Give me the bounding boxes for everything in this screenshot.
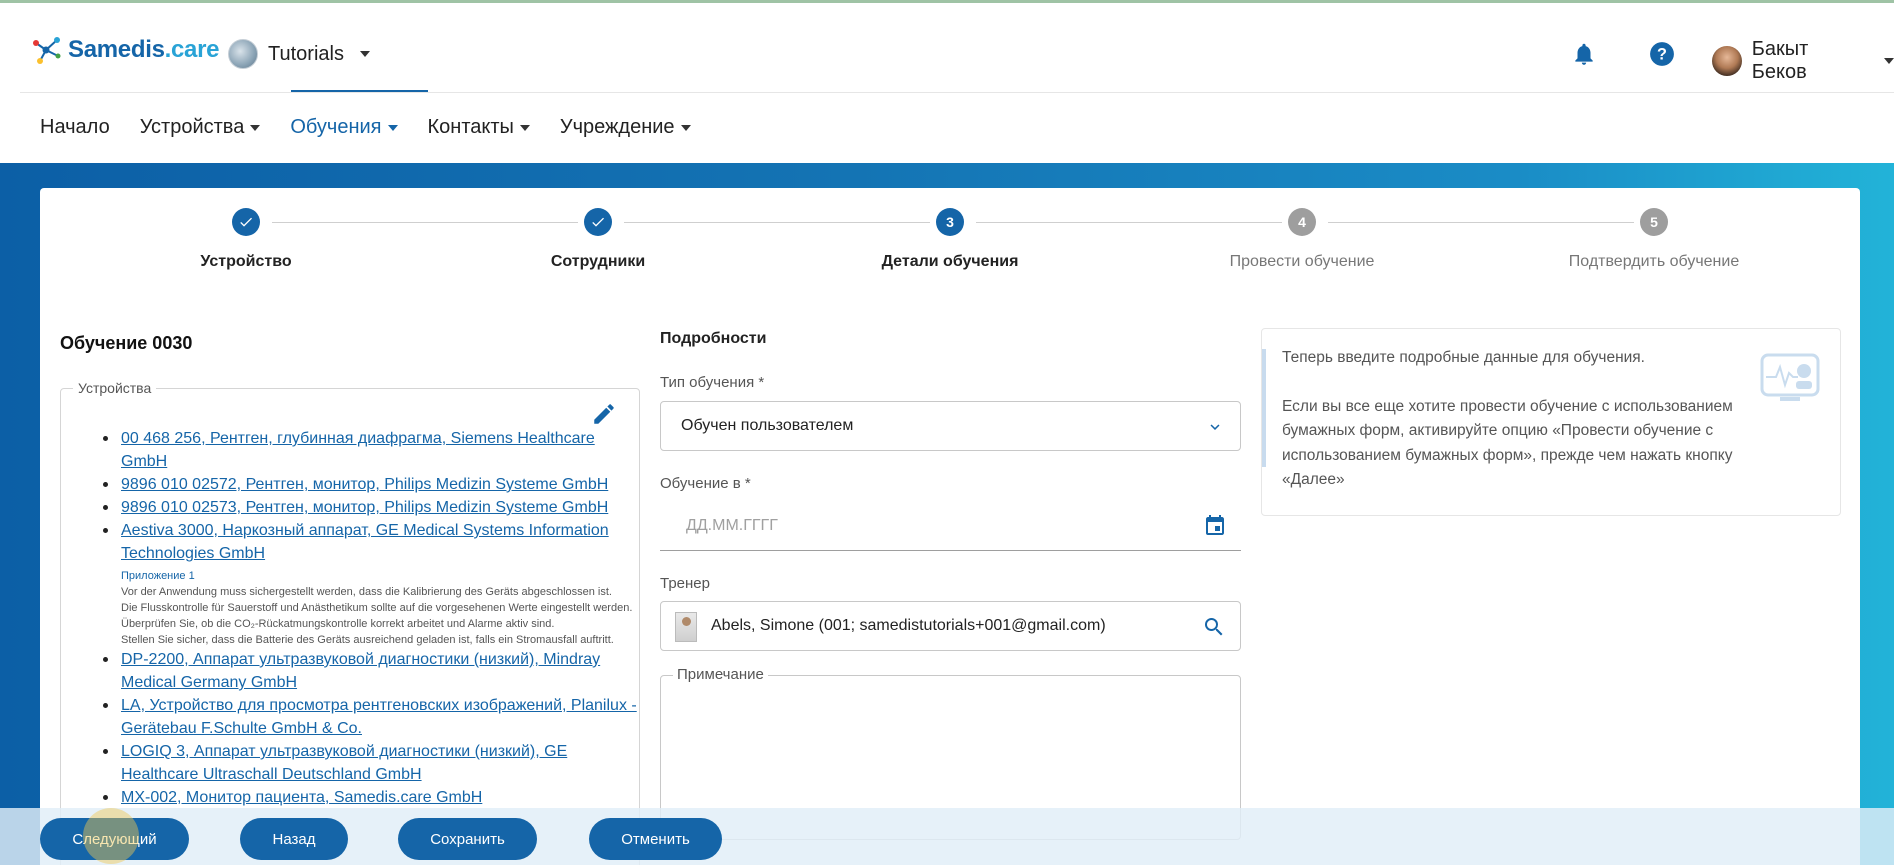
step-check-icon xyxy=(232,208,260,236)
training-date-label: Обучение в * xyxy=(660,475,751,492)
training-type-select[interactable]: Обучен пользователем xyxy=(660,401,1241,451)
chevron-down-icon xyxy=(1884,58,1894,64)
edit-icon[interactable] xyxy=(591,401,617,427)
attachment-text: Vor der Anwendung muss sichergestellt we… xyxy=(121,586,633,646)
step-number: 3 xyxy=(936,208,964,236)
chevron-down-icon xyxy=(519,124,530,131)
device-link[interactable]: DP-2200, Аппарат ультразвуковой диагност… xyxy=(121,651,600,691)
save-button[interactable]: Сохранить xyxy=(398,818,537,860)
nav-item-devices[interactable]: Устройства xyxy=(140,116,261,139)
step-label: Сотрудники xyxy=(550,253,646,270)
device-link[interactable]: LA, Устройство для просмотра рентгеновск… xyxy=(121,697,637,737)
device-link[interactable]: Aestiva 3000, Наркозный аппарат, GE Medi… xyxy=(121,522,609,562)
svg-text:?: ? xyxy=(1657,45,1667,63)
list-item: 9896 010 02573, Рентген, монитор, Philip… xyxy=(101,496,641,519)
step-number: 5 xyxy=(1640,208,1668,236)
date-placeholder: ДД.ММ.ГГГГ xyxy=(686,516,778,534)
user-name: Бакыт Беков xyxy=(1751,38,1809,83)
org-switcher[interactable]: Tutorials xyxy=(228,39,370,69)
search-icon[interactable] xyxy=(1202,615,1226,639)
nav-item-trainings[interactable]: Обучения xyxy=(290,116,398,139)
nav-item-home[interactable]: Начало xyxy=(40,116,110,139)
step-label: Детали обучения xyxy=(881,253,1019,270)
training-type-value: Обучен пользователем xyxy=(681,417,854,434)
chevron-down-icon xyxy=(387,124,398,131)
info-accent-bar xyxy=(1262,349,1266,467)
logo-molecule-icon xyxy=(33,37,61,64)
step-staff[interactable]: Сотрудники xyxy=(498,208,698,271)
trainer-label: Тренер xyxy=(660,575,710,592)
help-icon[interactable]: ? xyxy=(1649,41,1675,67)
cancel-button[interactable]: Отменить xyxy=(589,818,722,860)
click-highlight xyxy=(83,808,139,864)
device-link[interactable]: 00 468 256, Рентген, глубинная диафрагма… xyxy=(121,430,595,470)
devices-legend: Устройства xyxy=(73,380,157,396)
step-confirm-training[interactable]: 5 Подтвердить обучение xyxy=(1554,208,1754,271)
chevron-down-icon xyxy=(1210,424,1220,430)
step-device[interactable]: Устройство xyxy=(146,208,346,271)
trainer-input[interactable]: Abels, Simone (001; samedistutorials+001… xyxy=(660,601,1241,651)
save-button-label: Сохранить xyxy=(430,830,505,848)
cancel-button-label: Отменить xyxy=(621,830,690,848)
info-panel: Теперь введите подробные данные для обуч… xyxy=(1261,328,1841,516)
info-text: Теперь введите подробные данные для обуч… xyxy=(1282,346,1752,493)
info-line-1: Теперь введите подробные данные для обуч… xyxy=(1282,349,1645,366)
details-section-title: Подробности xyxy=(660,330,767,347)
user-menu[interactable]: Бакыт Беков xyxy=(1712,38,1894,84)
back-button-label: Назад xyxy=(272,830,316,848)
nav-item-facility[interactable]: Учреждение xyxy=(560,116,691,139)
calendar-icon[interactable] xyxy=(1203,514,1227,538)
back-button[interactable]: Назад xyxy=(240,818,348,860)
list-item: 9896 010 02572, Рентген, монитор, Philip… xyxy=(101,473,641,496)
list-item: LA, Устройство для просмотра рентгеновск… xyxy=(101,694,641,740)
main-nav: Начало Устройства Обучения Контакты Учре… xyxy=(40,116,721,139)
samedis-logo[interactable]: Samedis.care xyxy=(30,35,219,65)
chevron-down-icon xyxy=(250,124,261,131)
step-number: 4 xyxy=(1288,208,1316,236)
step-conduct-training[interactable]: 4 Провести обучение xyxy=(1202,208,1402,271)
device-link[interactable]: LOGIQ 3, Аппарат ультразвуковой диагност… xyxy=(121,743,567,783)
device-list: 00 468 256, Рентген, глубинная диафрагма… xyxy=(101,427,641,809)
list-item: Aestiva 3000, Наркозный аппарат, GE Medi… xyxy=(101,519,641,648)
trainer-value: Abels, Simone (001; samedistutorials+001… xyxy=(711,617,1106,634)
wizard-card: Устройство Сотрудники 3 Детали обучения … xyxy=(40,188,1860,865)
list-item: MX-002, Монитор пациента, Samedis.care G… xyxy=(101,786,641,809)
step-label: Устройство xyxy=(200,253,292,270)
step-label: Подтвердить обучение xyxy=(1568,253,1740,270)
list-item: LOGIQ 3, Аппарат ультразвуковой диагност… xyxy=(101,740,641,786)
logo-text: Samedis.care xyxy=(68,36,220,63)
step-check-icon xyxy=(584,208,612,236)
org-name: Tutorials xyxy=(268,42,344,65)
list-item: DP-2200, Аппарат ультразвуковой диагност… xyxy=(101,648,641,694)
header-divider xyxy=(20,92,1894,93)
device-link[interactable]: MX-002, Монитор пациента, Samedis.care G… xyxy=(121,789,482,806)
avatar xyxy=(1712,46,1742,76)
list-item: 00 468 256, Рентген, глубинная диафрагма… xyxy=(101,427,641,473)
trainer-avatar xyxy=(675,612,697,642)
devices-fieldset: Устройства 00 468 256, Рентген, глубинна… xyxy=(60,380,641,865)
note-label: Примечание xyxy=(673,666,768,683)
monitor-illustration-icon xyxy=(1760,353,1820,401)
chevron-down-icon xyxy=(359,51,370,57)
page-title: Обучение 0030 xyxy=(60,333,193,353)
bell-icon[interactable] xyxy=(1571,41,1597,67)
training-date-input[interactable]: ДД.ММ.ГГГГ xyxy=(660,501,1241,551)
app-header: Samedis.care Tutorials ? Бакыт Беков Нач… xyxy=(0,3,1894,163)
info-line-2: Если вы все еще хотите провести обучение… xyxy=(1282,397,1733,489)
step-training-details[interactable]: 3 Детали обучения xyxy=(850,208,1050,271)
step-label: Провести обучение xyxy=(1229,253,1375,270)
device-link[interactable]: 9896 010 02573, Рентген, монитор, Philip… xyxy=(121,499,608,516)
org-avatar xyxy=(228,39,258,69)
training-type-label: Тип обучения * xyxy=(660,374,765,391)
attachment-title[interactable]: Приложение 1 xyxy=(121,568,641,584)
device-link[interactable]: 9896 010 02572, Рентген, монитор, Philip… xyxy=(121,476,608,493)
nav-item-contacts[interactable]: Контакты xyxy=(428,116,530,139)
chevron-down-icon xyxy=(680,124,691,131)
